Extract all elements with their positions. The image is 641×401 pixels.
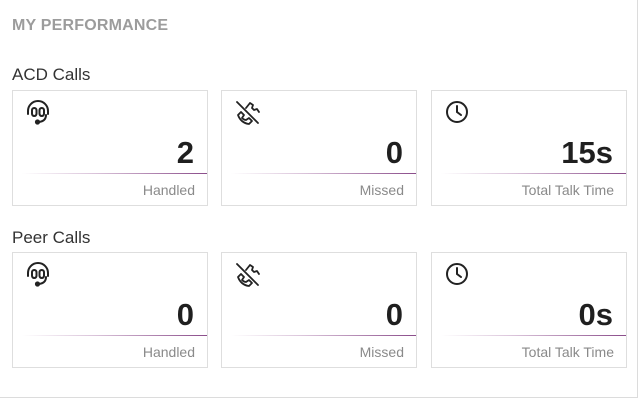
divider bbox=[441, 335, 626, 336]
missed-value: 0 bbox=[385, 135, 403, 170]
panel-title: MY PERFORMANCE bbox=[12, 17, 169, 34]
card-acd-handled: 2 Handled bbox=[12, 90, 208, 206]
talk-time-caption: Total Talk Time bbox=[521, 182, 614, 198]
my-performance-panel: MY PERFORMANCE ACD Calls 2 Handled 0 Mis… bbox=[0, 0, 638, 398]
divider bbox=[22, 335, 207, 336]
clock-icon bbox=[443, 260, 471, 288]
section-label-acd-calls: ACD Calls bbox=[12, 65, 91, 84]
clock-icon bbox=[443, 98, 471, 126]
card-peer-handled: 0 Handled bbox=[12, 252, 208, 368]
divider bbox=[22, 173, 207, 174]
talk-time-value: 15s bbox=[561, 135, 613, 170]
handled-value: 0 bbox=[176, 297, 194, 332]
divider bbox=[231, 335, 416, 336]
divider bbox=[441, 173, 626, 174]
card-peer-missed: 0 Missed bbox=[221, 252, 417, 368]
handled-caption: Handled bbox=[142, 344, 195, 360]
card-acd-missed: 0 Missed bbox=[221, 90, 417, 206]
missed-call-icon bbox=[233, 98, 261, 126]
divider bbox=[231, 173, 416, 174]
handled-caption: Handled bbox=[142, 182, 195, 198]
talk-time-caption: Total Talk Time bbox=[521, 344, 614, 360]
card-acd-talk-time: 15s Total Talk Time bbox=[431, 90, 627, 206]
card-peer-talk-time: 0s Total Talk Time bbox=[431, 252, 627, 368]
missed-call-icon bbox=[233, 260, 261, 288]
headset-icon bbox=[24, 98, 52, 126]
missed-value: 0 bbox=[385, 297, 403, 332]
missed-caption: Missed bbox=[359, 182, 404, 198]
handled-value: 2 bbox=[176, 135, 194, 170]
section-label-peer-calls: Peer Calls bbox=[12, 228, 91, 247]
talk-time-value: 0s bbox=[578, 297, 613, 332]
missed-caption: Missed bbox=[359, 344, 404, 360]
headset-icon bbox=[24, 260, 52, 288]
